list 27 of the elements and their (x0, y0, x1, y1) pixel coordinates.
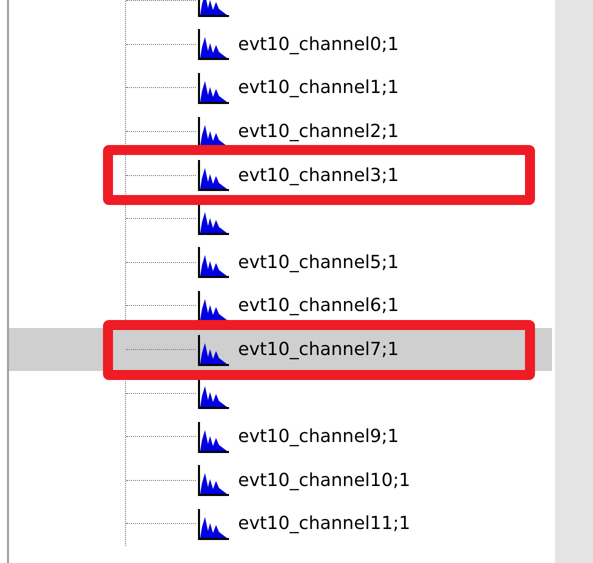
tree-item[interactable]: evt10_channel10;1 (9, 458, 552, 502)
item-label: evt10_channel5;1 (238, 252, 399, 273)
tree-item[interactable]: evt10_channel5;1 (9, 240, 552, 284)
histogram-icon (196, 506, 230, 541)
tree-item[interactable]: evt10_channel3;1 (9, 153, 552, 197)
tree-item[interactable]: evt10_channel9;1 (9, 414, 552, 459)
item-label: evt10_channel6;1 (238, 295, 399, 316)
tree-item[interactable]: evt10_channel11;1 (9, 502, 552, 546)
tree-item[interactable]: evt10_channel2;1 (9, 110, 552, 154)
histogram-icon (196, 158, 230, 192)
item-label: evt10_channel0;1 (238, 34, 399, 55)
item-label: evt10_channel1;1 (238, 77, 399, 98)
histogram-icon (196, 332, 230, 367)
item-label: evt10_channel2;1 (238, 121, 399, 142)
item-label: evt10_channel11;1 (238, 513, 410, 534)
histogram-icon (196, 27, 230, 62)
histogram-icon (196, 245, 230, 280)
histogram-icon (196, 420, 230, 454)
tree-item[interactable]: evt10_channel1;1 (9, 66, 552, 110)
tree-item[interactable]: evt10_channel6;1 (9, 284, 552, 328)
tree-item[interactable]: evt10_channel0;1 (9, 22, 552, 66)
item-label: evt10_channel9;1 (238, 426, 399, 448)
item-label: evt10_channel10;1 (238, 470, 410, 491)
histogram-icon (196, 463, 230, 498)
histogram-icon (196, 70, 230, 105)
item-label: evt10_channel7;1 (238, 339, 399, 360)
item-label: evt10_channel3;1 (238, 164, 399, 186)
